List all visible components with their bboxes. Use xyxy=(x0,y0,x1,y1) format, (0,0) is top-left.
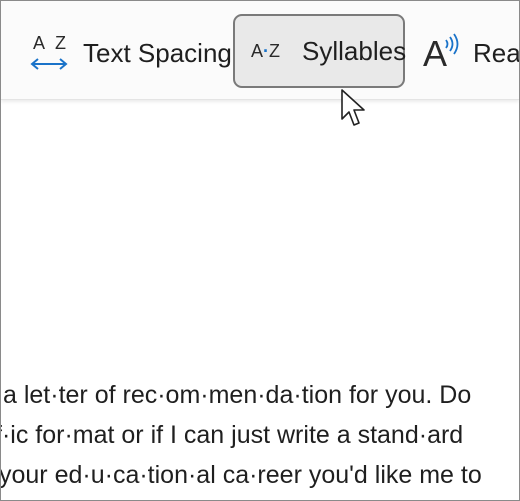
app-window: A Z Text Spacing A·Z Syllables A Rea a l… xyxy=(0,0,520,501)
read-aloud-icon: A xyxy=(423,31,463,75)
text-spacing-icon: A Z xyxy=(29,33,71,73)
document-line: a let·ter of rec·om·men·da·tion for you.… xyxy=(3,381,472,409)
mouse-pointer-icon xyxy=(341,89,365,126)
syllables-icon: A·Z xyxy=(251,41,280,62)
text-spacing-icon-letters: A Z xyxy=(33,33,70,53)
immersive-reader-toolbar: A Z Text Spacing A·Z Syllables A Rea xyxy=(1,1,519,100)
document-text: a let·ter of rec·om·men·da·tion for you.… xyxy=(0,375,519,495)
syllables-icon-right: Z xyxy=(269,40,281,61)
syllables-label: Syllables xyxy=(302,35,407,66)
read-aloud-button[interactable]: A Read xyxy=(423,31,520,75)
syllables-icon-left: A xyxy=(251,40,264,61)
document-line: f·ic for·mat or if I can just write a st… xyxy=(0,421,464,449)
document-line: your ed·u·ca·tion·al ca·reer you'd like … xyxy=(0,461,482,489)
text-spacing-button[interactable]: A Z Text Spacing xyxy=(29,31,232,75)
read-aloud-label: Read xyxy=(473,37,520,68)
syllables-button[interactable]: A·Z Syllables xyxy=(233,14,407,88)
text-spacing-label: Text Spacing xyxy=(83,37,232,68)
